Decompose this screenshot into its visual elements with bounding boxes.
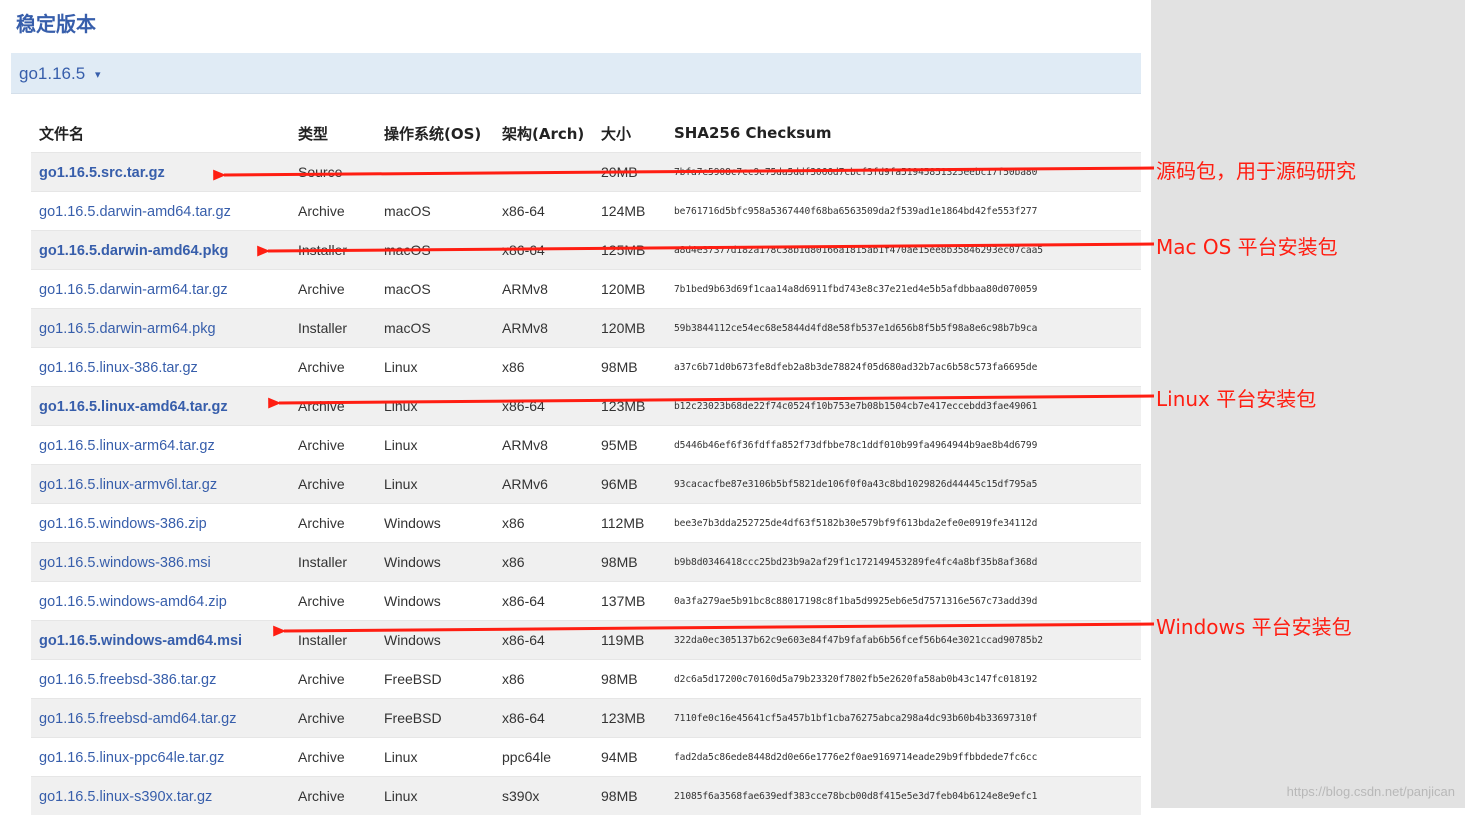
annotation-note: Mac OS 平台安装包 bbox=[1156, 231, 1338, 260]
annotation-arrow bbox=[268, 244, 1154, 251]
annotation-note: Linux 平台安装包 bbox=[1156, 383, 1316, 412]
annotation-note: Windows 平台安装包 bbox=[1156, 611, 1352, 640]
annotation-arrow bbox=[224, 168, 1154, 175]
watermark-text: https://blog.csdn.net/panjican bbox=[1287, 784, 1455, 799]
annotation-note: 源码包，用于源码研究 bbox=[1156, 155, 1356, 184]
annotation-arrow bbox=[284, 624, 1154, 631]
annotation-arrow bbox=[279, 396, 1154, 403]
